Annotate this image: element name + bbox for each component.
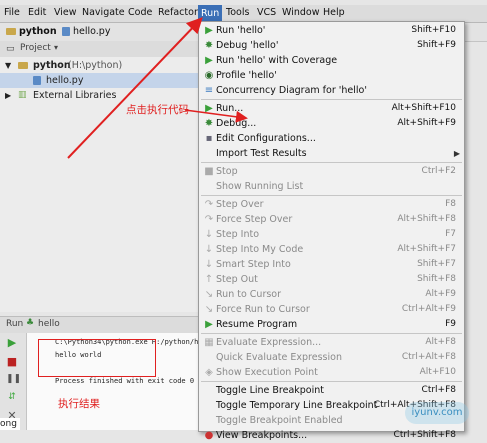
output-highlight-box	[38, 339, 156, 377]
annotation-run-result: 执行结果	[58, 398, 100, 410]
menu-item-view-breakpoints[interactable]: ● View Breakpoints... Ctrl+Shift+F8	[199, 428, 464, 443]
arrow-to-run-menu	[67, 17, 203, 159]
breakpoints-icon: ●	[204, 430, 214, 441]
annotation-click-to-run: 点击执行代码	[126, 104, 189, 116]
watermark-logo: iyunv.com	[405, 402, 469, 424]
arrow-to-run-item	[184, 109, 248, 123]
